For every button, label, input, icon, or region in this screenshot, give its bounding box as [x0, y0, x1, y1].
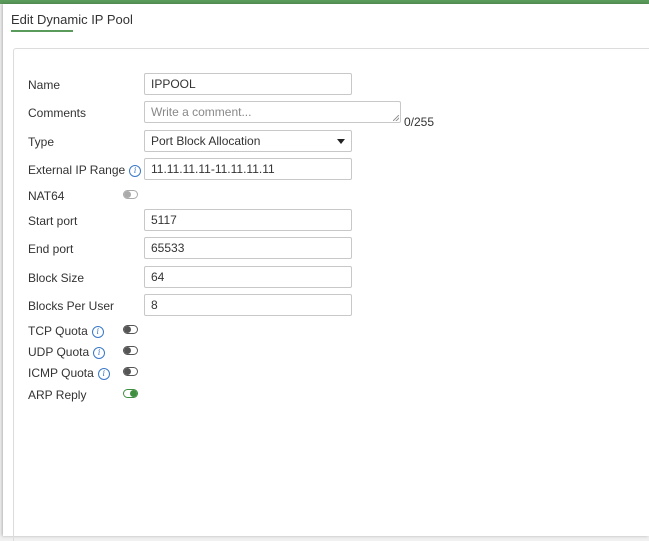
arp-reply-label: ARP Reply — [28, 388, 87, 402]
toggle-knob — [124, 191, 131, 198]
toggle-knob — [124, 347, 131, 354]
blocks-per-user-input[interactable] — [144, 294, 352, 316]
udp-quota-label-text: UDP Quota — [28, 345, 90, 359]
type-label: Type — [28, 135, 55, 149]
external-ip-range-label-text: External IP Range — [28, 163, 126, 177]
start-port-row: Start port — [14, 209, 634, 233]
comments-placeholder: Write a comment... — [151, 105, 252, 119]
udp-quota-label: UDP Quota i — [28, 345, 106, 359]
arp-reply-toggle[interactable] — [123, 389, 138, 398]
comments-char-counter: 0/255 — [404, 115, 435, 129]
external-ip-range-label: External IP Range i — [28, 163, 142, 177]
end-port-input[interactable] — [144, 237, 352, 259]
nat64-label: NAT64 — [28, 189, 65, 203]
toggle-knob — [124, 326, 131, 333]
name-label: Name — [28, 78, 61, 92]
comments-row: Comments Write a comment... 0/255 — [14, 101, 634, 129]
block-size-row: Block Size — [14, 266, 634, 290]
nat64-toggle[interactable] — [123, 190, 138, 199]
info-circle-icon[interactable]: i — [91, 326, 104, 338]
name-input[interactable] — [144, 73, 352, 95]
arp-reply-row: ARP Reply — [14, 383, 634, 407]
blocks-per-user-label: Blocks Per User — [28, 299, 115, 313]
type-select[interactable]: Port Block Allocation — [144, 130, 352, 152]
info-circle-icon[interactable]: i — [129, 165, 142, 177]
nat64-row: NAT64 — [14, 184, 634, 208]
icmp-quota-label: ICMP Quota i — [28, 366, 110, 380]
icmp-quota-label-text: ICMP Quota — [28, 366, 94, 380]
form-panel: Name Comments Write a comment... 0/255 T… — [13, 48, 649, 541]
udp-quota-toggle[interactable] — [123, 346, 138, 355]
edit-dynamic-ip-pool-dialog: Edit Dynamic IP Pool Name Comments Write… — [3, 4, 649, 541]
tcp-quota-label: TCP Quota i — [28, 324, 104, 338]
title-underline — [11, 30, 73, 32]
type-selected-value: Port Block Allocation — [151, 134, 261, 148]
tcp-quota-label-text: TCP Quota — [28, 324, 88, 338]
icmp-quota-toggle[interactable] — [123, 367, 138, 376]
start-port-label: Start port — [28, 214, 78, 228]
block-size-input[interactable] — [144, 266, 352, 288]
external-ip-range-input[interactable] — [144, 158, 352, 180]
comments-label: Comments — [28, 106, 87, 120]
resize-grip-icon[interactable] — [393, 115, 399, 121]
toggle-knob — [130, 390, 137, 397]
toggle-knob — [124, 368, 131, 375]
name-row: Name — [14, 73, 634, 97]
info-circle-icon[interactable]: i — [97, 368, 110, 380]
icmp-quota-row: ICMP Quota i — [14, 361, 634, 385]
tcp-quota-toggle[interactable] — [123, 325, 138, 334]
dialog-header: Edit Dynamic IP Pool — [3, 4, 649, 38]
type-row: Type Port Block Allocation — [14, 130, 634, 154]
external-ip-range-row: External IP Range i — [14, 158, 634, 182]
comments-textarea[interactable]: Write a comment... — [144, 101, 401, 123]
blocks-per-user-row: Blocks Per User — [14, 294, 634, 318]
dialog-title: Edit Dynamic IP Pool — [11, 12, 133, 27]
end-port-label: End port — [28, 242, 74, 256]
info-circle-icon[interactable]: i — [93, 347, 106, 359]
start-port-input[interactable] — [144, 209, 352, 231]
caret-down-icon — [337, 139, 345, 144]
end-port-row: End port — [14, 237, 634, 261]
block-size-label: Block Size — [28, 271, 85, 285]
